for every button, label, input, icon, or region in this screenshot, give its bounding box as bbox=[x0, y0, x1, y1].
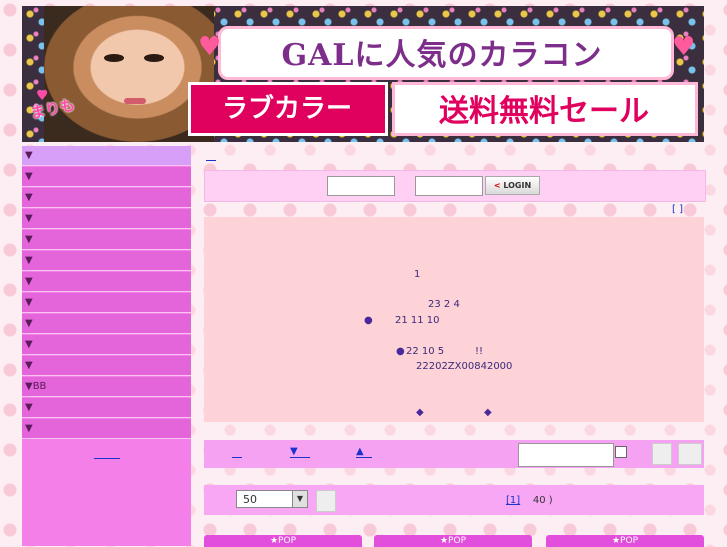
sidebar-item[interactable]: ▼ bbox=[22, 335, 191, 355]
banner-sale-text: 送料無料セール bbox=[439, 94, 649, 129]
model-eye bbox=[104, 54, 124, 62]
sidebar-item[interactable]: ▼ bbox=[22, 188, 191, 208]
arrow-icon: < bbox=[493, 181, 501, 190]
sidebar-item[interactable]: ▼ bbox=[22, 167, 191, 187]
sidebar-item[interactable]: ▼ bbox=[22, 209, 191, 229]
pagination-bar: 50 ▼ [1] 40 ) bbox=[204, 485, 704, 515]
sidebar-link[interactable] bbox=[94, 448, 120, 459]
login-id-input[interactable] bbox=[327, 176, 395, 196]
filter-link[interactable] bbox=[232, 446, 242, 458]
sidebar-item[interactable]: ▼ bbox=[22, 356, 191, 376]
login-bar: < LOGIN bbox=[204, 170, 706, 202]
banner-label: ラブカラー bbox=[221, 94, 352, 124]
per-page-button[interactable] bbox=[316, 490, 336, 512]
filter-checkbox[interactable] bbox=[615, 446, 627, 458]
pop-tab[interactable]: ★POP bbox=[374, 535, 532, 547]
item-count: 40 ) bbox=[532, 495, 553, 506]
sidebar-item[interactable]: ▼ bbox=[22, 398, 191, 418]
reset-button[interactable] bbox=[678, 443, 702, 465]
search-input[interactable] bbox=[518, 443, 614, 467]
breadcrumb-link[interactable] bbox=[206, 160, 216, 161]
sidebar-item[interactable]: ▼ bbox=[22, 293, 191, 313]
diamond-icon: ◆ bbox=[484, 407, 492, 418]
sidebar-item[interactable]: ▼ bbox=[22, 272, 191, 292]
search-button[interactable] bbox=[652, 443, 672, 465]
pop-tab[interactable]: ★POP bbox=[546, 535, 704, 547]
model-mouth bbox=[124, 98, 146, 104]
page-info: [1] 40 ) bbox=[506, 495, 553, 506]
heart-icon: ♥ bbox=[672, 32, 696, 62]
notice-box: 1 23 2 4 ● 21 11 10 ● 22 10 5 !! 22202ZX… bbox=[204, 217, 704, 422]
login-button-label: LOGIN bbox=[503, 181, 532, 190]
sidebar-item-bb[interactable]: ▼BB bbox=[22, 377, 191, 397]
notice-text: !! bbox=[475, 346, 484, 357]
notice-text: 22202ZX00842000 bbox=[416, 361, 513, 372]
login-password-input[interactable] bbox=[415, 176, 483, 196]
filter-bar: ▼ ▲ bbox=[204, 440, 704, 468]
per-page-select[interactable]: 50 ▼ bbox=[236, 490, 308, 508]
heart-icon: ♥ bbox=[198, 32, 222, 62]
sidebar: ▼ ▼ ▼ ▼ ▼ ▼ ▼ ▼ ▼ ▼ ▼ ▼BB ▼ ▼ bbox=[22, 146, 191, 546]
pop-tab[interactable]: ★POP bbox=[204, 535, 362, 547]
notice-text: 22 10 5 bbox=[406, 346, 445, 357]
notice-text: 23 2 4 bbox=[428, 299, 460, 310]
sidebar-item[interactable]: ▼ bbox=[22, 230, 191, 250]
sidebar-item[interactable]: ▼ bbox=[22, 251, 191, 271]
chevron-down-icon: ▼ bbox=[292, 491, 307, 507]
bullet-icon: ● bbox=[364, 315, 373, 326]
sidebar-item[interactable]: ▼ bbox=[22, 314, 191, 334]
banner-image[interactable]: ♥ まりも ♥ ♥ GALに人気のカラコン ラブカラー 送料無料セール bbox=[22, 6, 704, 142]
sidebar-item[interactable]: ▼ bbox=[22, 146, 191, 166]
sort-down-link[interactable]: ▼ bbox=[290, 446, 310, 458]
notice-text: 1 bbox=[414, 269, 421, 280]
diamond-icon: ◆ bbox=[416, 407, 424, 418]
top-right-link[interactable]: [ ] bbox=[672, 204, 683, 215]
banner-title: GALに人気のカラコン bbox=[281, 38, 603, 73]
sort-up-link[interactable]: ▲ bbox=[356, 446, 372, 458]
login-button[interactable]: < LOGIN bbox=[485, 176, 540, 195]
sidebar-item[interactable]: ▼ bbox=[22, 419, 191, 439]
notice-text: 21 11 10 bbox=[395, 315, 440, 326]
page-link[interactable]: [1] bbox=[506, 495, 520, 506]
per-page-value: 50 bbox=[243, 493, 257, 506]
model-eye bbox=[144, 54, 164, 62]
bullet-icon: ● bbox=[396, 346, 405, 357]
